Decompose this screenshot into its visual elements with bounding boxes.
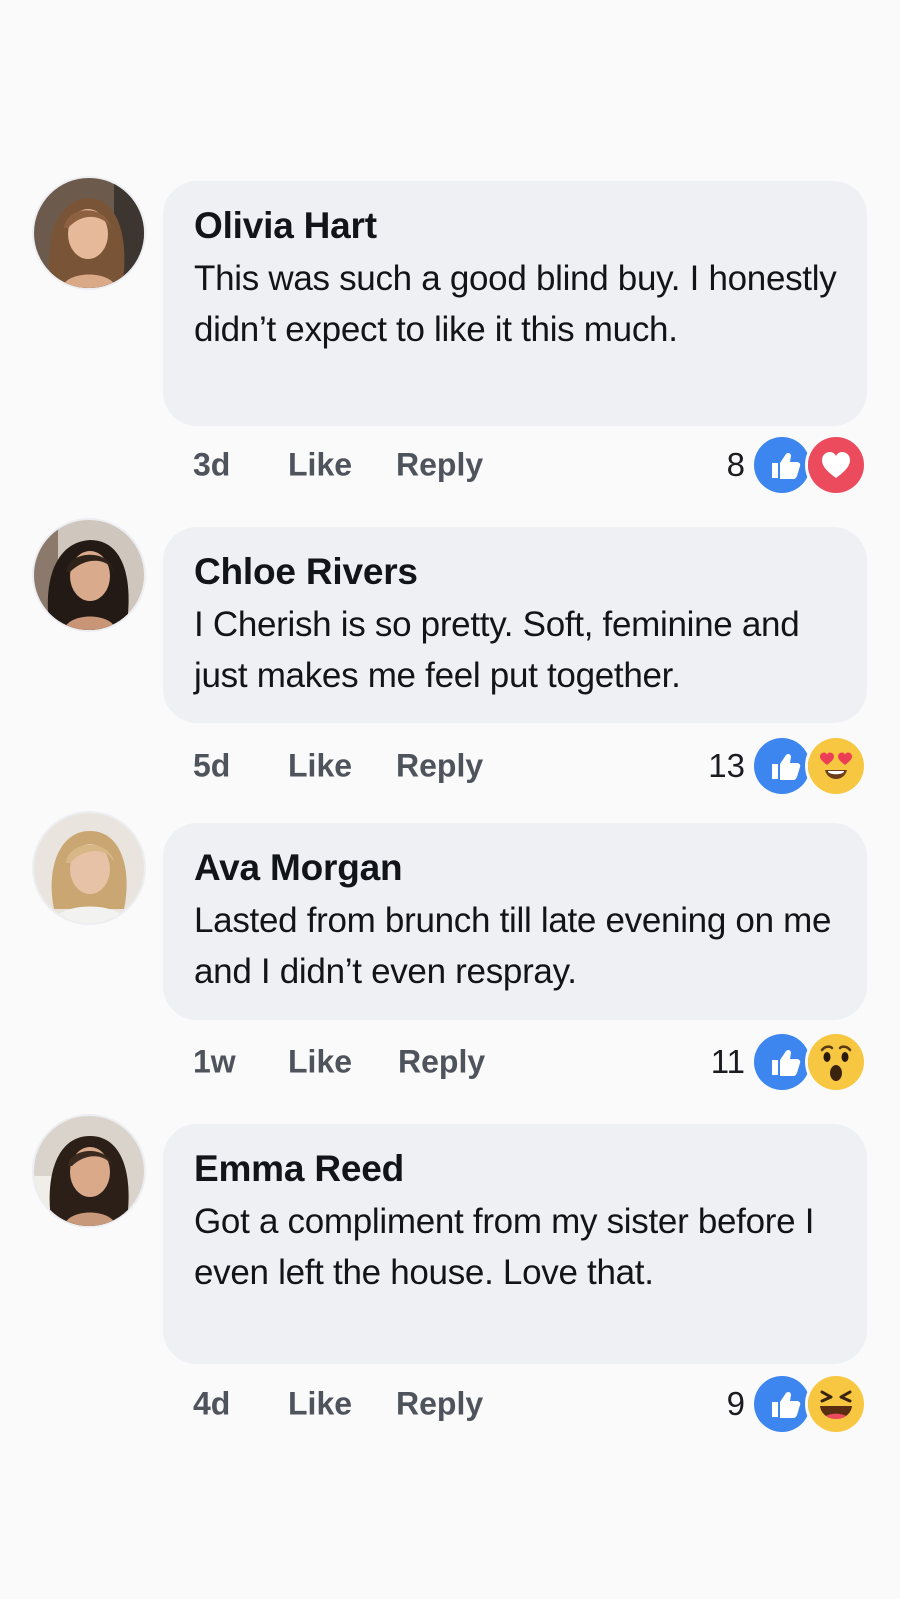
- reaction-count: 13: [708, 747, 745, 784]
- comment-actions: 5d Like Reply 13: [193, 735, 867, 797]
- reactions-summary[interactable]: 9: [726, 1373, 867, 1435]
- haha-icon: [805, 1373, 867, 1435]
- reply-button[interactable]: Reply: [396, 1386, 483, 1423]
- commenter-name[interactable]: Olivia Hart: [194, 203, 837, 249]
- comment-bubble: Emma Reed Got a compliment from my siste…: [163, 1124, 867, 1364]
- comment-actions: 1w Like Reply 11: [193, 1031, 867, 1093]
- love-icon: [805, 434, 867, 496]
- like-button[interactable]: Like: [288, 748, 352, 785]
- reactions-summary[interactable]: 11: [710, 1031, 867, 1093]
- like-button[interactable]: Like: [288, 1044, 352, 1081]
- commenter-name[interactable]: Emma Reed: [194, 1146, 837, 1192]
- comment-age[interactable]: 1w: [193, 1044, 236, 1081]
- reactions-summary[interactable]: 8: [726, 434, 867, 496]
- comment-text: I Cherish is so pretty. Soft, feminine a…: [194, 605, 800, 695]
- like-icon: [751, 1373, 813, 1435]
- comment-actions: 4d Like Reply 9: [193, 1373, 867, 1435]
- commenter-name[interactable]: Chloe Rivers: [194, 549, 837, 595]
- reaction-count: 9: [726, 1385, 745, 1422]
- comment-age[interactable]: 5d: [193, 748, 230, 785]
- avatar[interactable]: [34, 813, 144, 923]
- reactions-summary[interactable]: 13: [708, 735, 867, 797]
- reaction-count: 11: [710, 1043, 745, 1080]
- avatar[interactable]: [34, 520, 144, 630]
- like-icon: [751, 434, 813, 496]
- reaction-count: 8: [726, 446, 745, 483]
- comment-age[interactable]: 4d: [193, 1386, 230, 1423]
- comment-age[interactable]: 3d: [193, 447, 230, 484]
- comment-bubble: Ava Morgan Lasted from brunch till late …: [163, 823, 867, 1020]
- comment-actions: 3d Like Reply 8: [193, 434, 867, 496]
- comment-text: Lasted from brunch till late evening on …: [194, 901, 832, 991]
- comment-bubble: Chloe Rivers I Cherish is so pretty. Sof…: [163, 527, 867, 723]
- reply-button[interactable]: Reply: [396, 748, 483, 785]
- avatar[interactable]: [34, 1116, 144, 1226]
- comment-text: Got a compliment from my sister before I…: [194, 1202, 815, 1292]
- reply-button[interactable]: Reply: [398, 1044, 485, 1081]
- comments-list: Olivia Hart This was such a good blind b…: [0, 0, 900, 1599]
- commenter-name[interactable]: Ava Morgan: [194, 845, 837, 891]
- heart-eyes-icon: [805, 735, 867, 797]
- wow-icon: [805, 1031, 867, 1093]
- like-icon: [751, 735, 813, 797]
- reply-button[interactable]: Reply: [396, 447, 483, 484]
- like-button[interactable]: Like: [288, 1386, 352, 1423]
- avatar[interactable]: [34, 178, 144, 288]
- comment-bubble: Olivia Hart This was such a good blind b…: [163, 181, 867, 426]
- comment-text: This was such a good blind buy. I honest…: [194, 259, 837, 349]
- like-icon: [751, 1031, 813, 1093]
- like-button[interactable]: Like: [288, 447, 352, 484]
